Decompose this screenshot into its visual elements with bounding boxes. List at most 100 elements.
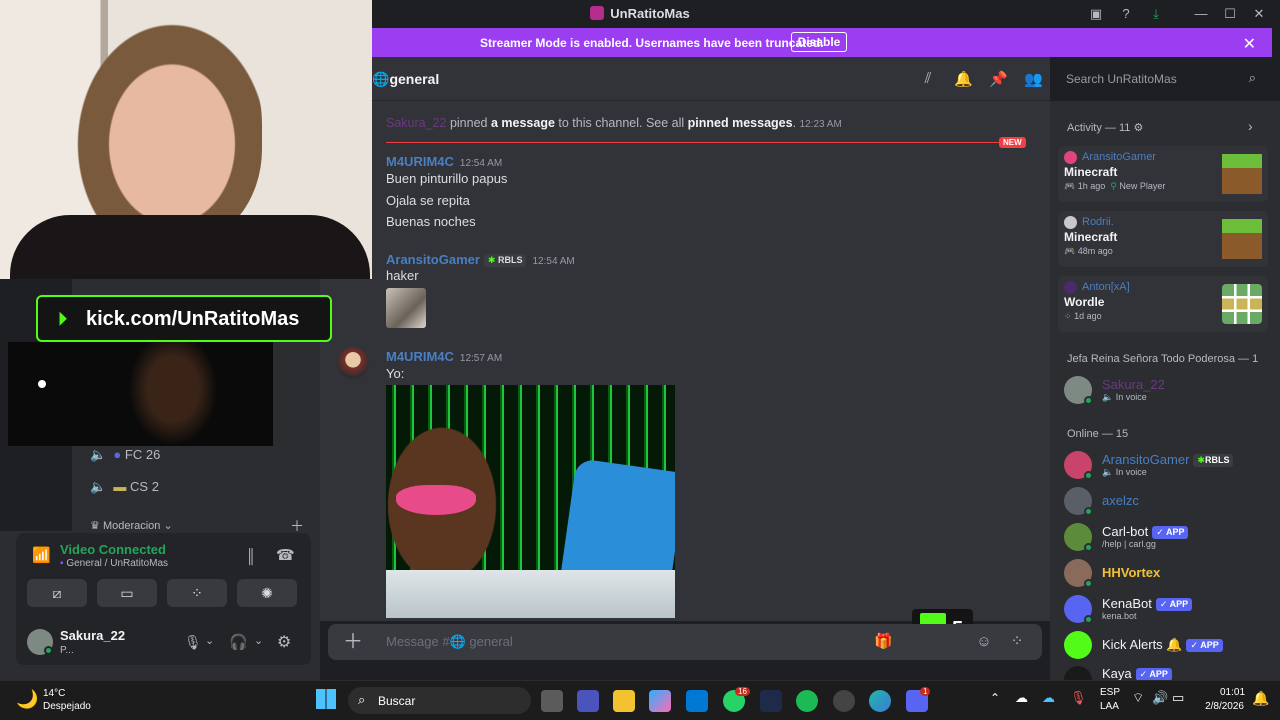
member-list-icon[interactable]: 👥 xyxy=(1024,70,1043,88)
help-icon[interactable]: ? xyxy=(1117,5,1135,23)
member-item[interactable]: KenaBot ✓ APP kena.bot xyxy=(1064,593,1264,625)
settings-gear-icon[interactable]: ⚙ xyxy=(277,632,291,652)
search-icon: ⌕ xyxy=(358,692,366,707)
edge-icon[interactable] xyxy=(869,690,891,712)
file-explorer-icon[interactable] xyxy=(613,690,635,712)
voice-status[interactable]: Video Connected xyxy=(60,542,166,557)
user-avatar xyxy=(1064,216,1077,229)
activity-card[interactable]: Anton[xA] Wordle ⁘ 1d ago xyxy=(1058,276,1268,332)
minimize-icon[interactable]: — xyxy=(1192,5,1210,23)
volume-icon[interactable]: 🔊 xyxy=(1152,690,1168,706)
battery-icon[interactable]: ▭ xyxy=(1172,690,1184,706)
microphone-icon[interactable]: 🎙 xyxy=(184,634,202,651)
member-item[interactable]: Kick Alerts 🔔 ✓ APP xyxy=(1064,629,1264,661)
message-text: Ojala se repita xyxy=(386,193,470,208)
close-banner-icon[interactable]: ✕ xyxy=(1243,34,1256,54)
voice-channel-fc26[interactable]: 🔈 ● FC 26 xyxy=(90,447,160,463)
message-author[interactable]: M4URIM4C xyxy=(386,154,454,169)
minecraft-icon xyxy=(1222,219,1262,259)
language-indicator[interactable]: ESP xyxy=(1100,687,1120,698)
speaker-icon: 🔈 xyxy=(90,479,107,494)
chevron-down-icon[interactable]: ⌄ xyxy=(254,634,263,647)
cloud-icon[interactable]: ☁ xyxy=(1015,690,1028,706)
message-header: M4URIM4C 12:54 AM xyxy=(386,154,503,169)
message-author[interactable]: AransitoGamer xyxy=(386,252,480,267)
clock-time[interactable]: 01:01 xyxy=(1220,687,1245,698)
disconnect-icon[interactable]: ☎ xyxy=(276,546,295,564)
activity-card[interactable]: Rodrii. Minecraft 🎮 48m ago xyxy=(1058,211,1268,267)
show-hidden-icons-icon[interactable]: ⌃ xyxy=(990,691,1000,705)
streamlabs-icon[interactable] xyxy=(760,690,782,712)
connection-signal-icon: 📶 xyxy=(32,547,51,564)
message-input[interactable]: Message #🌐 general xyxy=(386,634,513,650)
camera-off-button[interactable]: ⧄ xyxy=(27,579,87,607)
keyboard-layout[interactable]: LAA xyxy=(1100,701,1119,712)
member-item[interactable]: AransitoGamer ✱RBLS 🔈 In voice xyxy=(1064,449,1264,481)
download-icon[interactable]: ⤓ xyxy=(1147,5,1165,23)
pinned-message-link[interactable]: a message xyxy=(491,116,555,130)
crown-icon: ♛ xyxy=(90,520,100,532)
member-item[interactable]: Sakura_22 🔈 In voice xyxy=(1064,374,1264,406)
message-text: Buen pinturillo papus xyxy=(386,171,508,186)
screen-share-button[interactable]: ▭ xyxy=(97,579,157,607)
activities-button[interactable]: ⁘ xyxy=(167,579,227,607)
user-name[interactable]: Sakura_22 xyxy=(60,628,125,643)
gear-icon[interactable]: ⚙ xyxy=(1133,122,1143,134)
emoji-icon[interactable]: ☺ xyxy=(975,633,993,651)
video-tile[interactable] xyxy=(8,342,273,446)
member-item[interactable]: Kaya ✓ APP xyxy=(1064,662,1264,680)
soundboard-button[interactable]: ✺ xyxy=(237,579,297,607)
streamer-banner-text: Streamer Mode is enabled. Usernames have… xyxy=(480,36,824,50)
wifi-icon[interactable]: ⌔ xyxy=(1132,690,1144,706)
windows-start-icon[interactable] xyxy=(316,689,336,709)
disable-streamer-mode-button[interactable]: Disable xyxy=(791,32,847,52)
taskbar-search-input[interactable]: ⌕ Buscar xyxy=(348,687,531,714)
teams-icon[interactable] xyxy=(577,690,599,712)
task-view-icon[interactable] xyxy=(541,690,563,712)
matrix-meme-image[interactable] xyxy=(386,385,675,618)
clock-date[interactable]: 2/8/2026 xyxy=(1198,701,1244,712)
pinned-messages-link[interactable]: pinned messages xyxy=(688,116,793,130)
weather-desc[interactable]: Despejado xyxy=(43,701,91,712)
kick-url-overlay: ⏵ kick.com/UnRatitoMas xyxy=(36,295,332,342)
search-input[interactable]: Search UnRatitoMas ⌕ xyxy=(1058,65,1264,93)
spotify-icon[interactable] xyxy=(796,690,818,712)
weather-temp[interactable]: 14°C xyxy=(43,688,65,699)
mic-in-use-icon[interactable]: 🎙 xyxy=(1070,690,1087,706)
outlook-icon[interactable] xyxy=(686,690,708,712)
add-attachment-icon[interactable]: ＋ xyxy=(343,632,363,652)
voice-channel-cs2[interactable]: 🔈 ▬ CS 2 xyxy=(90,479,159,495)
threads-icon[interactable]: ⫽ xyxy=(919,70,937,88)
voice-icon: 🔈 xyxy=(1102,467,1114,477)
notifications-icon[interactable]: 🔔 xyxy=(1252,690,1269,707)
member-item[interactable]: HHVortex xyxy=(1064,557,1264,589)
system-user-name[interactable]: Sakura_22 xyxy=(386,116,446,130)
gift-icon[interactable]: 🎁 xyxy=(874,633,893,651)
member-item[interactable]: Carl-bot ✓ APP /help | carl.gg xyxy=(1064,521,1264,553)
noise-suppression-icon[interactable]: ║ xyxy=(246,548,256,564)
inbox-icon[interactable]: ▣ xyxy=(1087,5,1105,23)
pin-icon[interactable]: 📌 xyxy=(989,70,1008,88)
server-logo-icon xyxy=(590,6,605,20)
notification-bell-icon[interactable]: 🔔 xyxy=(954,70,973,88)
copilot-icon[interactable] xyxy=(649,690,671,712)
activity-card[interactable]: AransitoGamer Minecraft 🎮 1h ago ⚲ New P… xyxy=(1058,146,1268,202)
message-author[interactable]: M4URIM4C xyxy=(386,349,454,364)
voice-location[interactable]: ▪ General / UnRatitoMas xyxy=(60,558,168,569)
chevron-right-icon[interactable]: › xyxy=(1248,118,1253,134)
obs-icon[interactable] xyxy=(833,690,855,712)
category-moderacion[interactable]: ♛ Moderacion ⌄ xyxy=(90,519,173,532)
attachment-image[interactable] xyxy=(386,288,426,328)
member-item[interactable]: axelzc xyxy=(1064,485,1264,517)
headphones-icon[interactable]: 🎧 xyxy=(229,633,248,651)
new-player-icon: ⚲ xyxy=(1110,181,1117,191)
maximize-icon[interactable]: ☐ xyxy=(1221,5,1239,23)
online-header: Online — 15 xyxy=(1067,428,1129,440)
message-text: Yo: xyxy=(386,366,405,381)
onedrive-icon[interactable]: ☁ xyxy=(1042,690,1055,706)
apps-icon[interactable]: ⁘ xyxy=(1008,633,1026,651)
user-avatar[interactable] xyxy=(337,347,369,379)
chevron-down-icon[interactable]: ⌄ xyxy=(205,634,214,647)
close-window-icon[interactable]: ✕ xyxy=(1250,5,1268,23)
activity-header: Activity — 11 ⚙ xyxy=(1067,122,1144,134)
